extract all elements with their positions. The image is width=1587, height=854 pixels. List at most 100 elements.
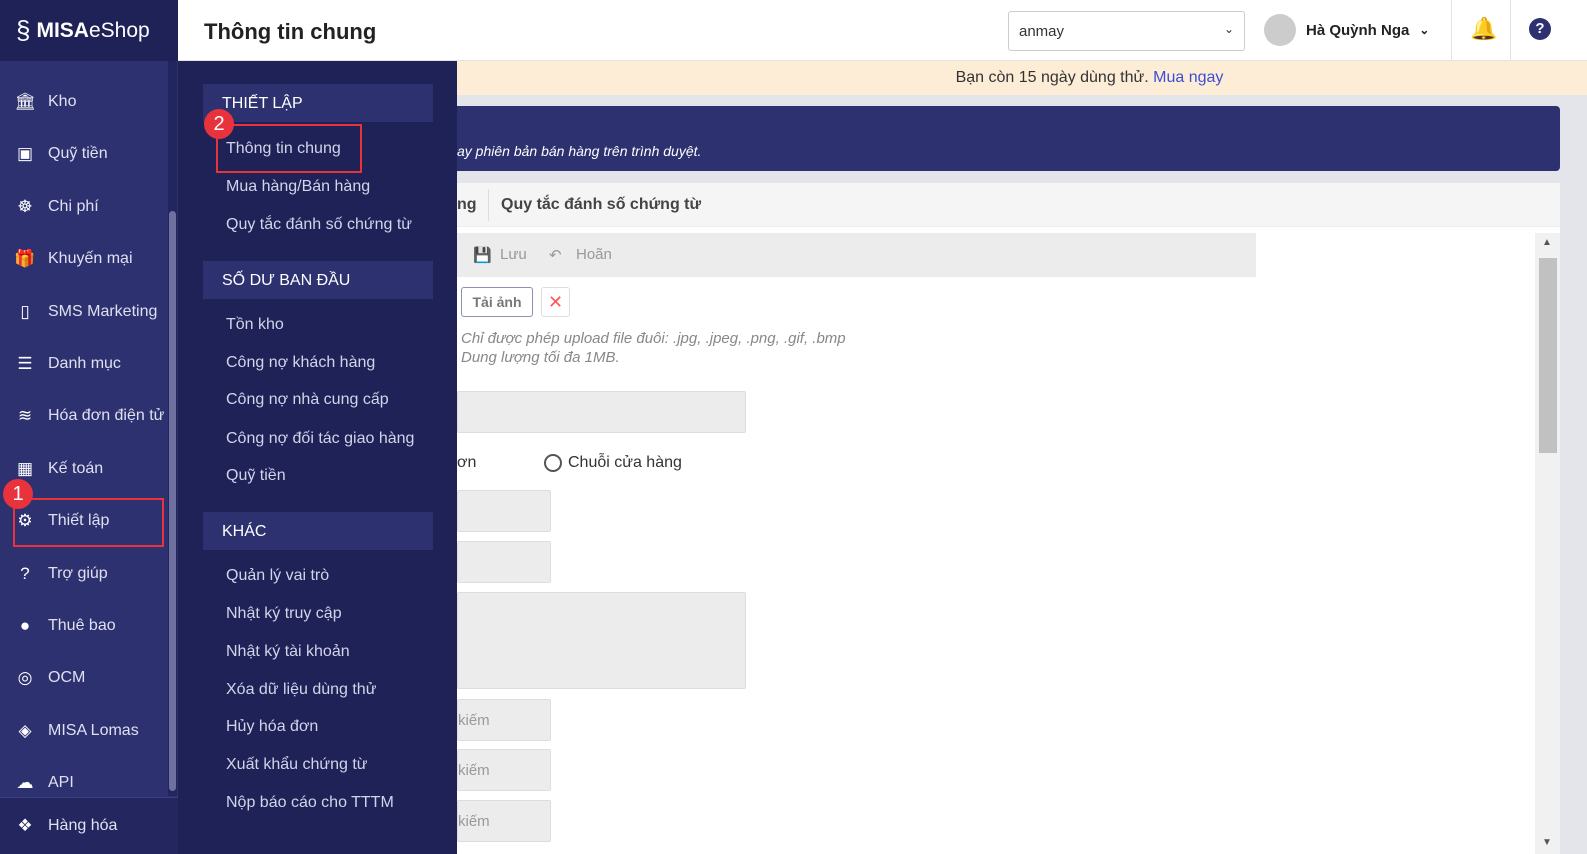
- radio-chain-store[interactable]: Chuỗi cửa hàng: [544, 454, 682, 472]
- sidebar-scrollbar[interactable]: [168, 61, 177, 796]
- bank-icon: 🏛: [14, 92, 36, 111]
- bell-icon[interactable]: 🔔: [1470, 16, 1497, 42]
- undo-icon[interactable]: ↶: [549, 246, 562, 264]
- search-select[interactable]: kiếm: [457, 699, 551, 741]
- divider: [1451, 0, 1452, 61]
- sidebar-item[interactable]: ▯ SMS Marketing: [0, 286, 168, 338]
- submenu-item[interactable]: Nộp báo cáo cho TTTM: [226, 794, 394, 812]
- scroll-down-icon[interactable]: ▼: [1542, 837, 1552, 848]
- undo-button[interactable]: Hoãn: [576, 246, 612, 263]
- settings-panel: ng Quy tắc đánh số chứng từ 💾 Lưu ↶ Hoãn…: [457, 183, 1560, 854]
- layers-icon: ◈: [18, 720, 32, 740]
- submenu-item[interactable]: Công nợ khách hàng: [226, 354, 375, 372]
- submenu-item[interactable]: Xóa dữ liệu dùng thử: [226, 681, 376, 699]
- chevron-down-icon: ⌄: [1419, 23, 1430, 37]
- sidebar-item[interactable]: ◈ MISA Lomas: [0, 705, 168, 757]
- placeholder: kiếm: [458, 762, 490, 779]
- sidebar-item-label: Quỹ tiền: [48, 145, 108, 163]
- logo-brand: MISA: [36, 18, 89, 42]
- safe-icon: ▣: [16, 144, 34, 164]
- submenu-item[interactable]: Quản lý vai trò: [226, 567, 329, 585]
- store-value: anmay: [1019, 23, 1065, 40]
- buy-now-link[interactable]: Mua ngay: [1153, 69, 1223, 86]
- save-button[interactable]: Lưu: [500, 246, 527, 263]
- sidebar-item-label: Chi phí: [48, 197, 99, 215]
- radio-label: ơn: [457, 454, 477, 471]
- submenu-item[interactable]: Xuất khẩu chứng từ: [226, 756, 368, 774]
- highlight-box: [216, 124, 362, 173]
- search-select[interactable]: kiếm: [457, 800, 551, 842]
- sidebar-item-label: Danh mục: [48, 355, 121, 372]
- submenu-item[interactable]: Quy tắc đánh số chứng từ: [226, 216, 412, 234]
- store-select[interactable]: anmay ⌄: [1008, 11, 1245, 51]
- upload-image-button[interactable]: Tải ảnh: [461, 287, 533, 317]
- main-content: Bạn còn 15 ngày dùng thử. Mua ngay ay ph…: [457, 61, 1587, 854]
- submenu-item[interactable]: Công nợ nhà cung cấp: [226, 391, 389, 409]
- ocm-icon: ◎: [17, 668, 33, 688]
- help-icon[interactable]: ?: [1529, 18, 1551, 40]
- submenu-item[interactable]: Công nợ đối tác giao hàng: [226, 430, 414, 448]
- remove-image-button[interactable]: ✕: [541, 287, 570, 317]
- sidebar-item-label: Khuyến mại: [48, 250, 133, 268]
- user-name: Hà Quỳnh Nga: [1306, 21, 1410, 39]
- sidebar-item[interactable]: ☁ API: [0, 757, 168, 809]
- sidebar-item-label: MISA Lomas: [48, 721, 139, 739]
- logo[interactable]: § MISAeShop: [0, 0, 178, 61]
- text-field[interactable]: [457, 490, 551, 532]
- phone-icon: ▯: [20, 301, 30, 321]
- submenu-item[interactable]: Hủy hóa đơn: [226, 718, 318, 736]
- divider: [488, 189, 489, 221]
- textarea-field[interactable]: [457, 592, 746, 689]
- money-icon: ☸: [17, 196, 33, 216]
- scrollbar-thumb[interactable]: [1539, 258, 1557, 453]
- save-icon[interactable]: 💾: [473, 246, 492, 264]
- avatar: [1264, 14, 1296, 46]
- sidebar-item[interactable]: ☰ Danh mục: [0, 338, 168, 390]
- sidebar-item[interactable]: 🏛 Kho: [0, 76, 168, 128]
- submenu-item[interactable]: Tồn kho: [226, 316, 284, 334]
- tabs: ng Quy tắc đánh số chứng từ: [457, 183, 1560, 227]
- sidebar-item[interactable]: ? Trợ giúp: [0, 548, 168, 600]
- step-badge: 1: [3, 479, 33, 509]
- sidebar-item-label: Hóa đơn điện tử: [48, 407, 165, 425]
- submenu-section-header: KHÁC: [203, 512, 433, 550]
- sidebar-item[interactable]: 🎁 Khuyến mại: [0, 233, 168, 285]
- submenu-item[interactable]: Quỹ tiền: [226, 467, 286, 485]
- banner-text: ay phiên bản bán hàng trên trình duyệt.: [457, 143, 702, 159]
- user-menu[interactable]: Hà Quỳnh Nga ⌄: [1264, 14, 1429, 46]
- gift-icon: 🎁: [14, 249, 36, 269]
- sidebar-item[interactable]: ◎ OCM: [0, 652, 168, 704]
- tab-general[interactable]: ng: [457, 196, 477, 214]
- radio-circle: [544, 454, 562, 472]
- text-field[interactable]: [457, 391, 746, 433]
- radio-single-store[interactable]: ơn: [457, 454, 476, 472]
- text-field[interactable]: [457, 541, 551, 583]
- highlight-box: [13, 498, 164, 547]
- submenu-item[interactable]: Mua hàng/Bán hàng: [226, 178, 370, 196]
- panel-scrollbar[interactable]: ▲ ▼: [1535, 233, 1560, 854]
- cloud-icon: ☁: [16, 773, 34, 793]
- sidebar-item[interactable]: ● Thuê bao: [0, 600, 168, 652]
- invoice-icon: ≋: [17, 406, 33, 426]
- sidebar-item[interactable]: ▣ Quỹ tiền: [0, 128, 168, 180]
- sidebar: ❖ Hàng hóa 🏛 Kho ▣ Quỹ tiền ☸ Chi phí 🎁 Khuyến m…: [0, 61, 178, 854]
- list-icon: ☰: [17, 354, 33, 373]
- logo-product: eShop: [88, 18, 150, 42]
- tab-numbering-rules[interactable]: Quy tắc đánh số chứng từ: [501, 196, 701, 214]
- page-title: Thông tin chung: [204, 19, 377, 44]
- scroll-up-icon[interactable]: ▲: [1542, 237, 1552, 248]
- sidebar-item-label: Thuê bao: [48, 617, 116, 634]
- chevron-down-icon: ⌄: [1223, 22, 1234, 36]
- sidebar-item[interactable]: ≋ Hóa đơn điện tử: [0, 390, 168, 442]
- placeholder: kiếm: [458, 813, 490, 830]
- boxes-icon: ❖: [17, 816, 33, 835]
- submenu-item[interactable]: Nhật ký truy cập: [226, 605, 342, 623]
- sidebar-item-label: API: [48, 774, 74, 792]
- logo-icon: §: [16, 15, 31, 45]
- sidebar-item[interactable]: ☸ Chi phí: [0, 181, 168, 233]
- scrollbar-thumb[interactable]: [169, 211, 176, 791]
- search-select[interactable]: kiếm: [457, 749, 551, 791]
- trial-text: Bạn còn 15 ngày dùng thử.: [955, 69, 1149, 86]
- trial-notice: Bạn còn 15 ngày dùng thử. Mua ngay: [457, 61, 1587, 95]
- submenu-item[interactable]: Nhật ký tài khoản: [226, 643, 350, 661]
